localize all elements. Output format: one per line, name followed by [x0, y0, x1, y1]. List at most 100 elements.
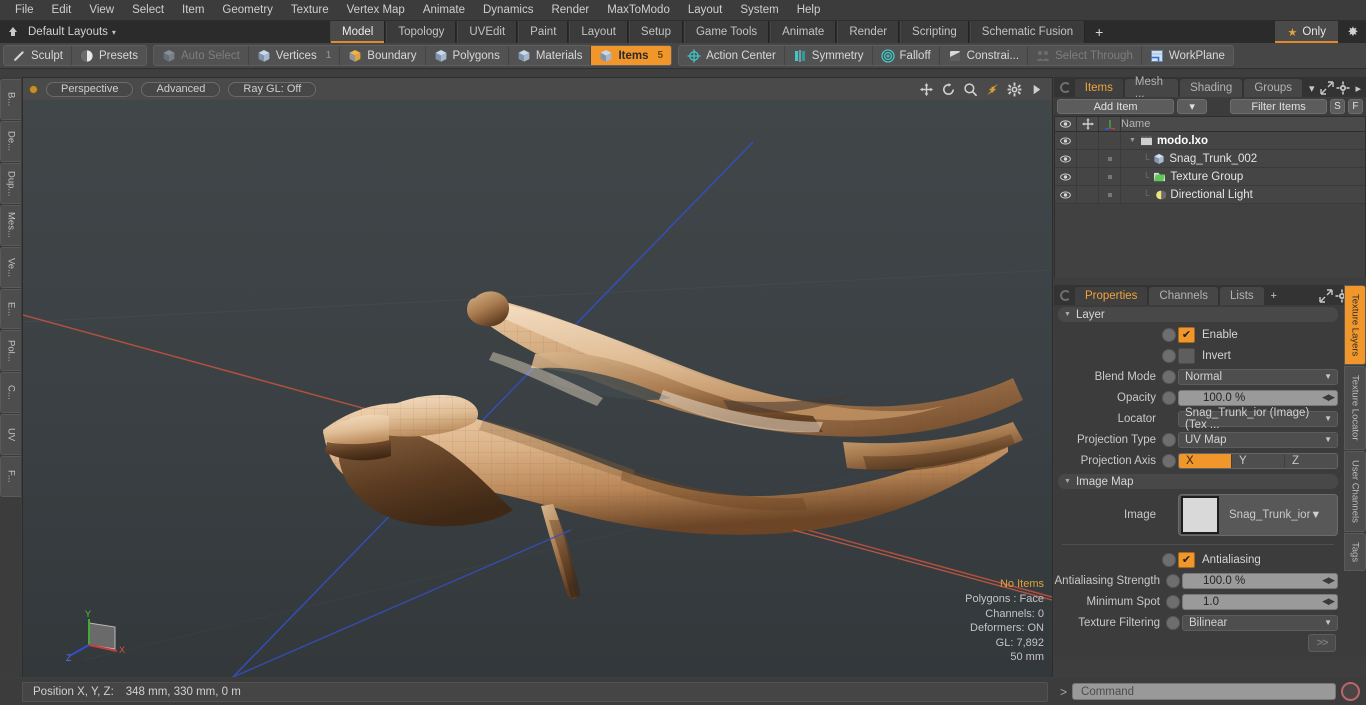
panel-menu-icon[interactable]: [1060, 82, 1071, 93]
spinner-icon[interactable]: ◀▶: [1322, 596, 1335, 607]
layout-tab-animate[interactable]: Animate: [770, 21, 837, 43]
visibility-toggle[interactable]: [1055, 150, 1077, 167]
toolbar-button-sculpt[interactable]: Sculpt: [4, 46, 72, 65]
left-tab-6[interactable]: Pol...: [0, 330, 21, 372]
toolbar-button-select-through[interactable]: Select Through: [1028, 46, 1142, 65]
toolbar-button-falloff[interactable]: Falloff: [873, 46, 940, 65]
arrow-right-icon[interactable]: ▸: [1351, 79, 1366, 97]
side-tab-tags[interactable]: Tags: [1344, 532, 1366, 571]
items-sort-button[interactable]: S: [1329, 99, 1345, 114]
antialiasing-knob[interactable]: [1162, 552, 1176, 567]
layout-tab-render[interactable]: Render: [837, 21, 900, 43]
invert-checkbox[interactable]: ✔: [1178, 347, 1195, 364]
menu-item-maxtomodo[interactable]: MaxToModo: [598, 1, 679, 19]
panel-menu-icon[interactable]: [1060, 290, 1071, 301]
more-button[interactable]: >>: [1308, 634, 1336, 652]
properties-tab-lists[interactable]: Lists: [1220, 287, 1264, 305]
toolbar-button-vertices[interactable]: Vertices 1: [249, 46, 341, 65]
layout-tab-layout[interactable]: Layout: [569, 21, 628, 43]
enable-checkbox[interactable]: ✔: [1178, 326, 1195, 343]
left-tab-2[interactable]: Dup...: [0, 162, 21, 204]
filter-items-button[interactable]: Filter Items: [1230, 99, 1327, 114]
items-tab-items[interactable]: Items: [1074, 79, 1123, 97]
lock-toggle[interactable]: [1077, 150, 1099, 167]
left-tab-7[interactable]: C...: [0, 372, 21, 414]
left-tab-5[interactable]: E...: [0, 288, 21, 330]
table-row[interactable]: ▼ modo.lxo: [1055, 132, 1365, 150]
layout-tab-topology[interactable]: Topology: [386, 21, 457, 43]
items-tab-groups[interactable]: Groups: [1244, 79, 1303, 97]
image-thumbnail[interactable]: [1181, 496, 1219, 534]
menu-item-texture[interactable]: Texture: [282, 1, 338, 19]
section-image-map-header[interactable]: ▼ Image Map: [1058, 474, 1338, 489]
expand-icon[interactable]: [1318, 287, 1334, 305]
projection-type-knob[interactable]: [1162, 432, 1176, 447]
add-layout-tab-button[interactable]: +: [1086, 21, 1112, 43]
command-input[interactable]: Command: [1072, 683, 1336, 700]
side-tab-texture-locator[interactable]: Texture Locator: [1344, 366, 1366, 450]
image-picker[interactable]: Snag_Trunk_ior ▼: [1178, 494, 1338, 536]
aa-strength-input[interactable]: 100.0 % ◀▶: [1182, 572, 1338, 589]
table-row[interactable]: └ Texture Group: [1055, 168, 1365, 186]
expand-icon[interactable]: [1320, 79, 1335, 97]
chevron-down-icon[interactable]: ▾: [1304, 79, 1319, 97]
layout-tab-scripting[interactable]: Scripting: [900, 21, 969, 43]
left-tab-1[interactable]: De...: [0, 120, 21, 162]
minimum-spot-knob[interactable]: [1166, 594, 1180, 609]
toolbar-button-polygons[interactable]: Polygons: [426, 46, 509, 65]
add-item-dropdown[interactable]: ▾: [1177, 99, 1208, 114]
table-row[interactable]: └ Snag_Trunk_002: [1055, 150, 1365, 168]
left-tab-4[interactable]: Ve...: [0, 246, 21, 288]
triangle-down-icon[interactable]: ▼: [1129, 137, 1136, 144]
invert-knob[interactable]: [1162, 348, 1176, 363]
side-tab-texture-layers[interactable]: Texture Layers: [1344, 285, 1366, 366]
table-row[interactable]: └ Directional Light: [1055, 186, 1365, 204]
viewport-led-icon[interactable]: [29, 84, 38, 94]
viewport-raygl-button[interactable]: Ray GL: Off: [228, 81, 317, 97]
aa-strength-knob[interactable]: [1166, 573, 1180, 588]
toolbar-button-action-center[interactable]: Action Center: [679, 46, 785, 65]
texture-filtering-knob[interactable]: [1166, 615, 1180, 630]
item-tree[interactable]: Name ▼ modo.lxo └ Snag_Trunk_002 └ Texture Gr…: [1054, 116, 1366, 278]
axis-toggle[interactable]: [1099, 186, 1121, 203]
left-tab-0[interactable]: B...: [0, 79, 21, 120]
projection-axis-knob[interactable]: [1162, 453, 1176, 468]
blend-mode-select[interactable]: Normal ▼: [1178, 368, 1338, 385]
side-tab-user-channels[interactable]: User Channels: [1344, 450, 1366, 532]
projection-axis-y[interactable]: Y: [1232, 453, 1285, 468]
projection-axis-x[interactable]: X: [1179, 453, 1232, 468]
layout-tab-game-tools[interactable]: Game Tools: [683, 21, 770, 43]
projection-type-select[interactable]: UV Map ▼: [1178, 431, 1338, 448]
zoom-icon[interactable]: [963, 82, 978, 97]
layout-tab-uvedit[interactable]: UVEdit: [457, 21, 518, 43]
toolbar-button-constrai[interactable]: Constrai...: [940, 46, 1029, 65]
menu-item-dynamics[interactable]: Dynamics: [474, 1, 542, 19]
left-tab-3[interactable]: Mes...: [0, 204, 21, 246]
lock-toggle[interactable]: [1077, 186, 1099, 203]
item-tree-empty-area[interactable]: [1055, 204, 1365, 278]
opacity-knob[interactable]: [1162, 390, 1176, 405]
layout-tab-model[interactable]: Model: [330, 21, 386, 43]
add-item-button[interactable]: Add Item: [1057, 99, 1175, 114]
play-icon[interactable]: [1029, 82, 1044, 97]
items-filter-button[interactable]: F: [1347, 99, 1363, 114]
menu-item-file[interactable]: File: [6, 1, 43, 19]
axis-gizmo[interactable]: Y X Z: [65, 605, 131, 665]
layout-selector[interactable]: Default Layouts ▾: [0, 21, 330, 43]
layout-tab-paint[interactable]: Paint: [518, 21, 569, 43]
projection-axis-z[interactable]: Z: [1285, 453, 1337, 468]
toolbar-button-symmetry[interactable]: Symmetry: [785, 46, 873, 65]
visibility-toggle[interactable]: [1055, 168, 1077, 185]
properties-tab-channels[interactable]: Channels: [1149, 287, 1219, 305]
toolbar-button-presets[interactable]: Presets: [72, 46, 146, 65]
menu-item-animate[interactable]: Animate: [414, 1, 474, 19]
menu-item-view[interactable]: View: [80, 1, 123, 19]
add-properties-tab[interactable]: +: [1266, 287, 1282, 305]
opacity-input[interactable]: 100.0 % ◀▶: [1178, 389, 1338, 406]
left-tab-8[interactable]: UV: [0, 414, 21, 456]
antialiasing-checkbox[interactable]: ✔: [1178, 551, 1195, 568]
visibility-toggle[interactable]: [1055, 132, 1077, 149]
spinner-icon[interactable]: ◀▶: [1322, 575, 1335, 586]
chevron-down-icon[interactable]: ▾: [112, 28, 116, 37]
menu-item-vertex-map[interactable]: Vertex Map: [338, 1, 414, 19]
